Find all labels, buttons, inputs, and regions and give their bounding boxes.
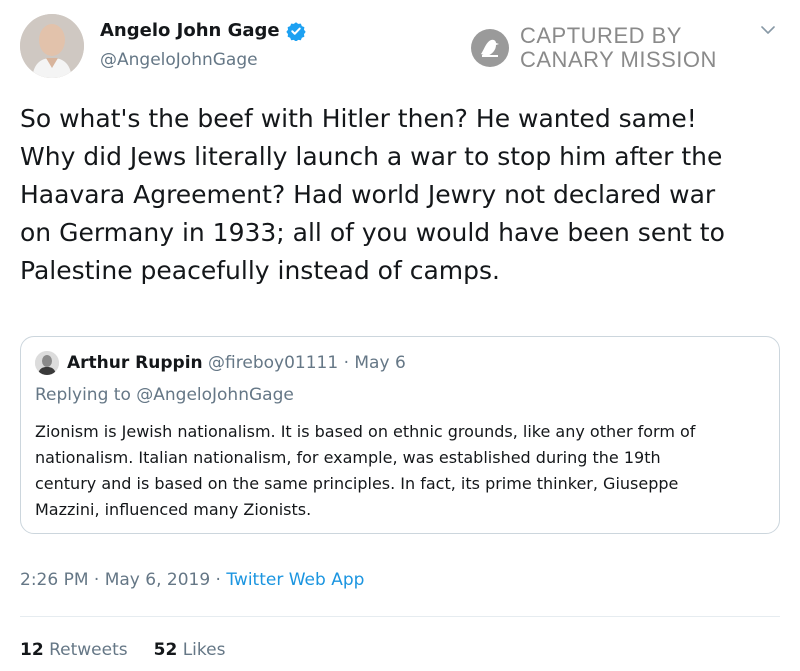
author-name-row[interactable]: Angelo John Gage xyxy=(100,20,306,41)
author-handle[interactable]: @AngeloJohnGage xyxy=(100,50,258,70)
retweets-stat[interactable]: 12 Retweets xyxy=(20,640,128,660)
quoted-text-line: nationalism. Italian nationalism, for ex… xyxy=(35,448,661,467)
author-name[interactable]: Angelo John Gage xyxy=(100,20,280,41)
divider xyxy=(20,616,780,617)
retweets-count: 12 xyxy=(20,640,44,660)
watermark: CAPTURED BY CANARY MISSION xyxy=(470,24,717,72)
quoted-replying-to: Replying to @AngeloJohnGage xyxy=(35,385,294,405)
quoted-tweet-card[interactable]: Arthur Ruppin @fireboy01111 · May 6 Repl… xyxy=(20,336,780,534)
tweet-timestamp[interactable]: 2:26 PM · May 6, 2019 · xyxy=(20,570,226,590)
tweet-text-line: So what's the beef with Hitler then? He … xyxy=(20,104,697,133)
likes-label: Likes xyxy=(182,640,226,660)
watermark-line-2: CANARY MISSION xyxy=(520,47,717,72)
quoted-text-line: Zionism is Jewish nationalism. It is bas… xyxy=(35,422,696,441)
tweet-stats: 12 Retweets 52 Likes xyxy=(20,640,225,660)
tweet-timestamp-line: 2:26 PM · May 6, 2019 · Twitter Web App xyxy=(20,570,364,590)
quoted-text-line: century and is based on the same princip… xyxy=(35,474,679,493)
tweet-text-line: on Germany in 1933; all of you would hav… xyxy=(20,218,725,247)
chevron-down-icon[interactable] xyxy=(760,22,776,38)
quoted-author-avatar xyxy=(35,351,59,375)
quoted-author-name: Arthur Ruppin xyxy=(67,353,203,373)
watermark-line-1: CAPTURED BY xyxy=(520,23,682,48)
quoted-tweet-text: Zionism is Jewish nationalism. It is bas… xyxy=(35,419,775,523)
tweet-text-line: Why did Jews literally launch a war to s… xyxy=(20,142,723,171)
retweets-label: Retweets xyxy=(49,640,128,660)
tweet-text-line: Palestine peacefully instead of camps. xyxy=(20,256,500,285)
canary-bird-icon xyxy=(471,29,509,67)
tweet-source-link[interactable]: Twitter Web App xyxy=(226,570,364,590)
quoted-header: Arthur Ruppin @fireboy01111 · May 6 xyxy=(67,351,406,375)
quoted-text-line: Mazzini, influenced many Zionists. xyxy=(35,500,312,519)
tweet-text: So what's the beef with Hitler then? He … xyxy=(20,100,790,290)
tweet-text-line: Haavara Agreement? Had world Jewry not d… xyxy=(20,180,716,209)
verified-badge-icon xyxy=(285,21,306,41)
author-avatar[interactable] xyxy=(20,14,84,78)
quoted-author-handle: @fireboy01111 xyxy=(208,353,339,373)
quoted-date: May 6 xyxy=(354,353,406,373)
quoted-separator: · xyxy=(338,353,355,373)
likes-stat[interactable]: 52 Likes xyxy=(154,640,226,660)
likes-count: 52 xyxy=(153,640,178,660)
